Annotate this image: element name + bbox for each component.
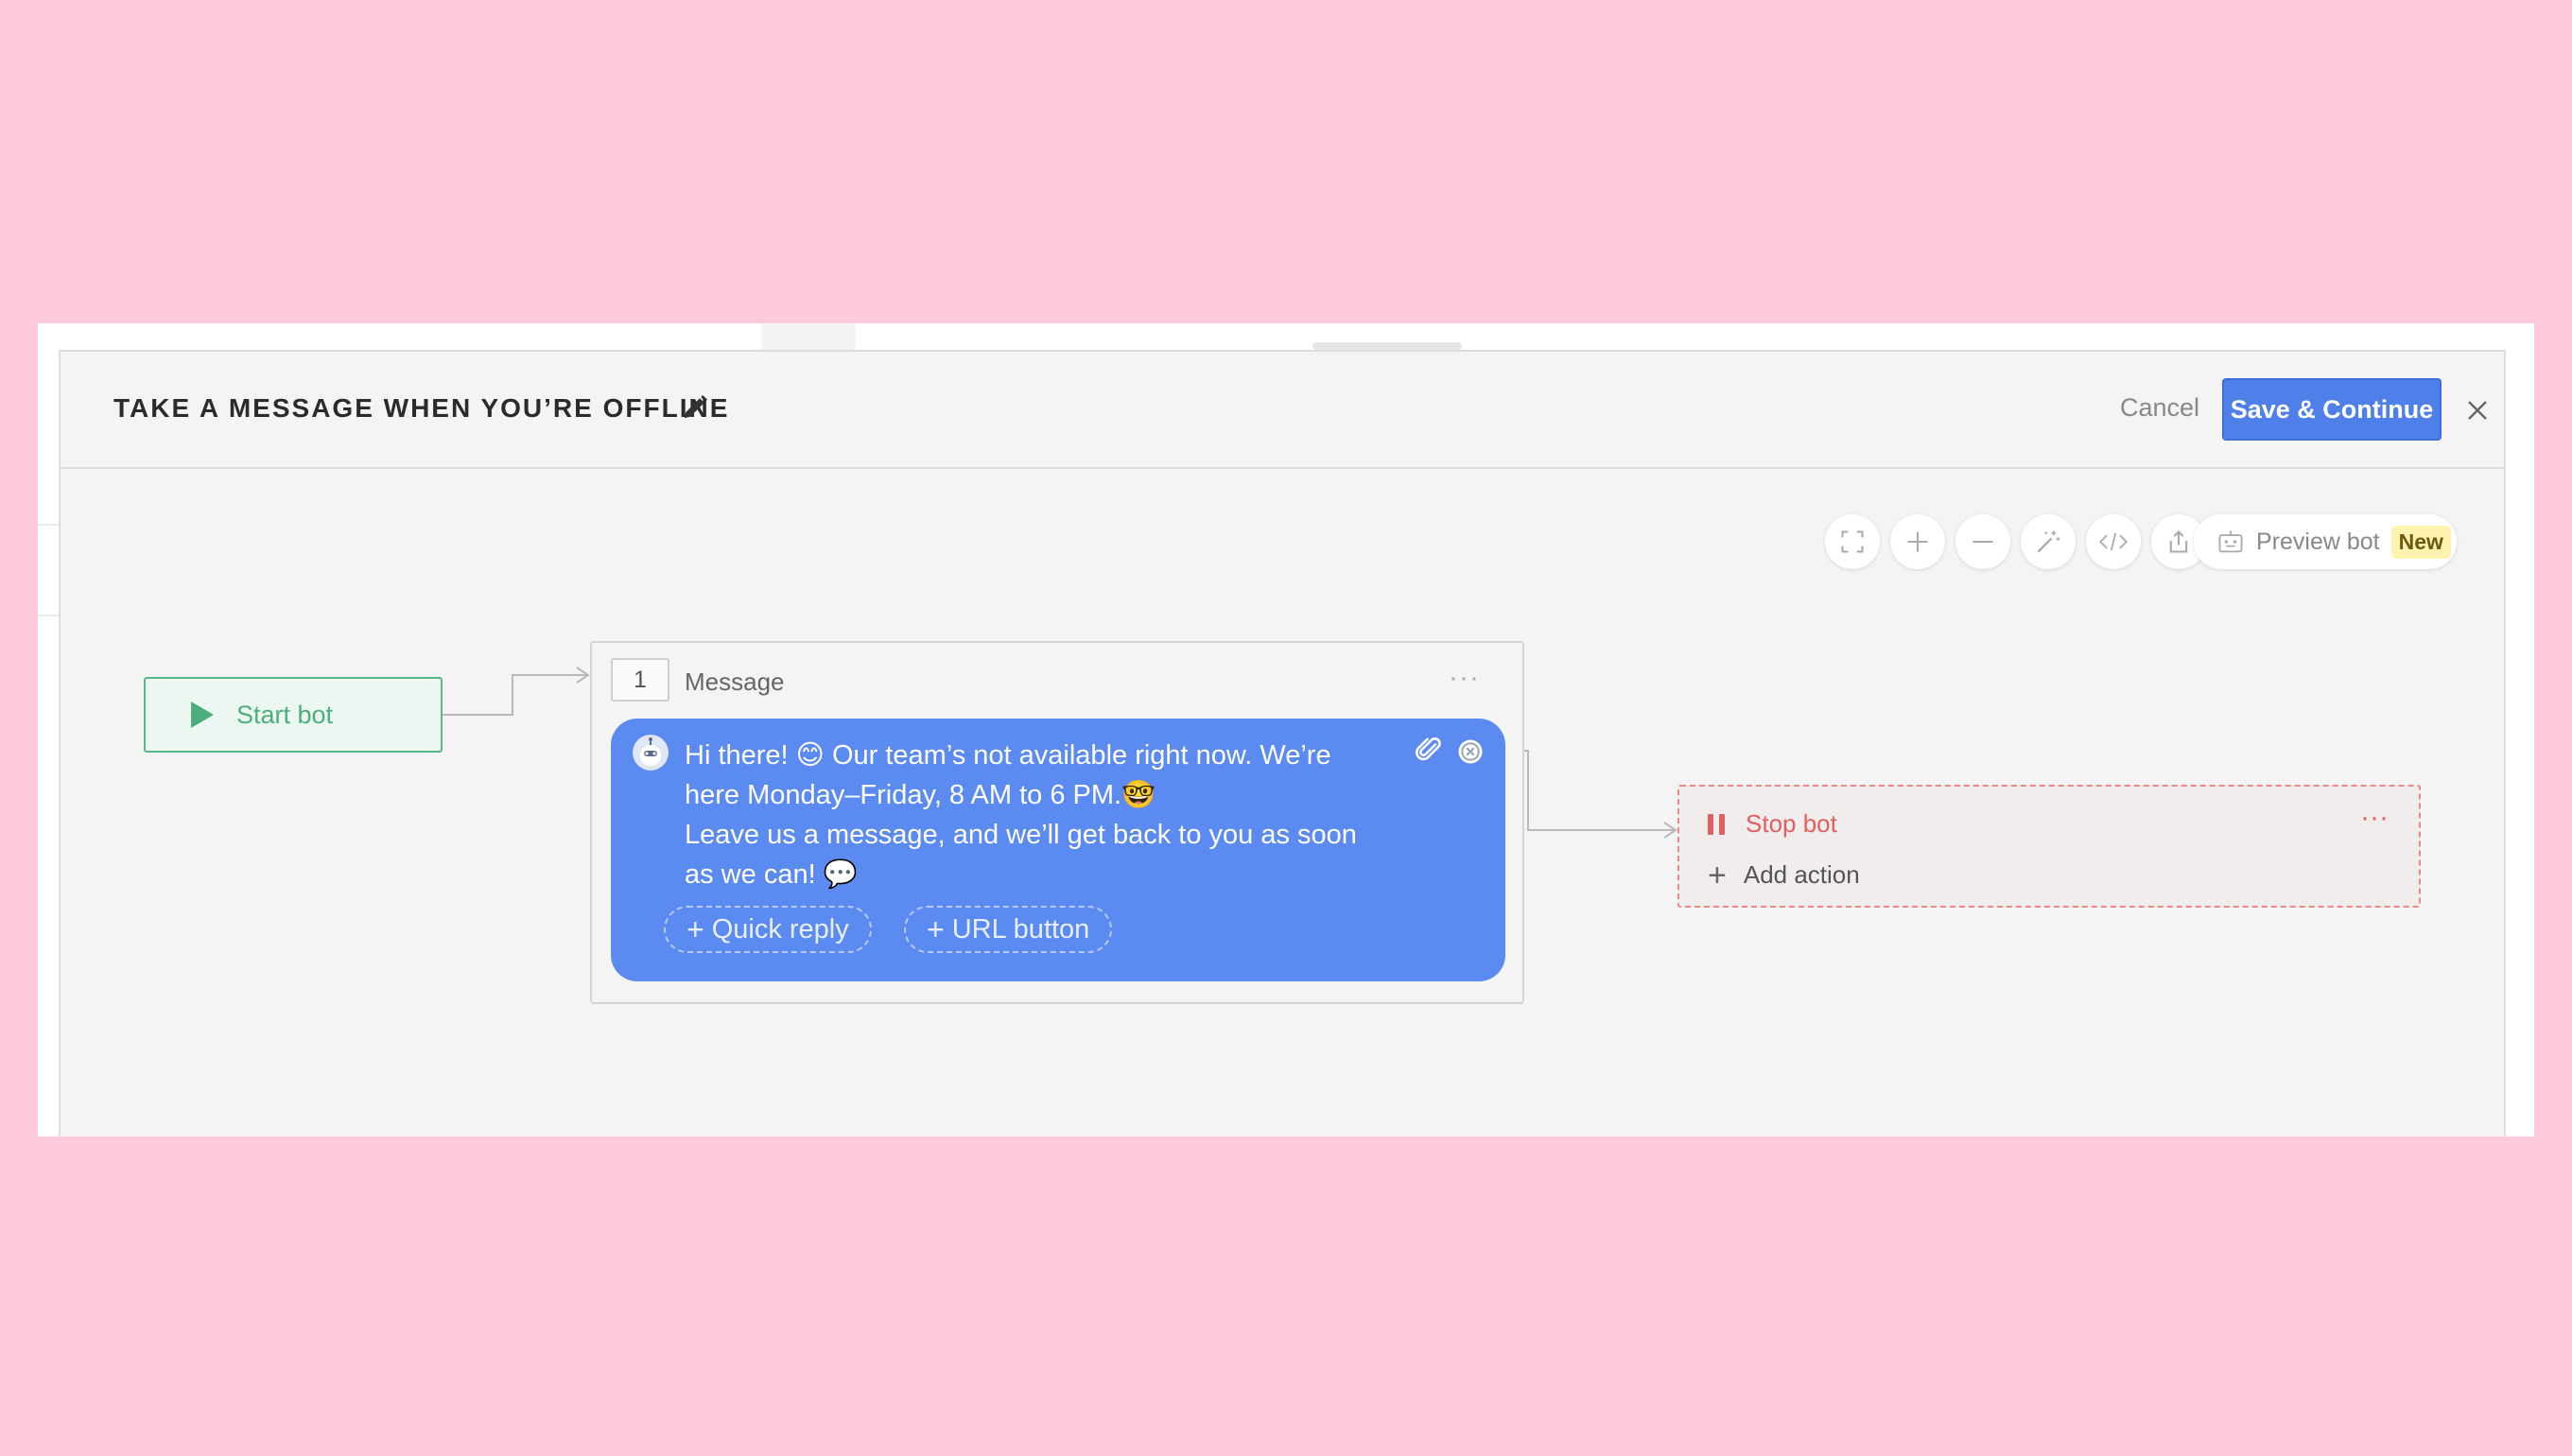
plus-icon: + [686, 911, 704, 946]
stop-menu-button[interactable]: ··· [2360, 802, 2389, 834]
bot-avatar-icon [633, 735, 669, 771]
fullscreen-button[interactable] [1825, 514, 1880, 569]
bot-editor-modal: TAKE A MESSAGE WHEN YOU’RE OFFLINE Cance… [59, 350, 2506, 1136]
plus-icon: + [1708, 857, 1727, 893]
preview-bot-label: Preview bot [2256, 528, 2380, 555]
pause-icon [1719, 813, 1725, 835]
stop-bot-node[interactable]: Stop bot ··· + Add action [1677, 785, 2421, 908]
stop-bot-row[interactable]: Stop bot [1708, 809, 1837, 839]
save-continue-button[interactable]: Save & Continue [2222, 378, 2442, 441]
plus-icon: + [927, 911, 945, 946]
app-screen: TAKE A MESSAGE WHEN YOU’RE OFFLINE Cance… [38, 323, 2534, 1136]
remove-connection-icon[interactable] [1456, 737, 1485, 766]
start-bot-node[interactable]: Start bot [144, 677, 443, 753]
start-bot-label: Start bot [236, 700, 334, 729]
plus-icon [1907, 531, 1928, 552]
step-title: Message [685, 667, 785, 696]
add-action-label: Add action [1743, 860, 1860, 889]
robot-icon [2218, 530, 2243, 553]
code-icon [2098, 532, 2129, 551]
preview-bot-button[interactable]: Preview bot New [2194, 514, 2457, 569]
step-number: 1 [611, 658, 669, 702]
share-icon [2169, 530, 2188, 553]
modal-header: TAKE A MESSAGE WHEN YOU’RE OFFLINE Cance… [61, 352, 2504, 469]
zoom-in-button[interactable] [1890, 514, 1945, 569]
close-icon[interactable] [2466, 399, 2489, 422]
background-divider [38, 524, 59, 526]
expand-icon [1841, 530, 1864, 553]
zoom-out-button[interactable] [1955, 514, 2010, 569]
new-badge: New [2390, 525, 2451, 559]
play-icon [191, 702, 214, 728]
message-text[interactable]: Hi there! 😊 Our team’s not available rig… [685, 736, 1365, 894]
pencil-icon[interactable] [681, 393, 709, 422]
add-quick-reply-button[interactable]: + Quick reply [664, 906, 872, 953]
message-step-card[interactable]: 1 Message ··· Hi there! 😊 Our team’s not… [590, 641, 1524, 1004]
step-menu-button[interactable]: ··· [1449, 662, 1480, 694]
bot-title: TAKE A MESSAGE WHEN YOU’RE OFFLINE [113, 393, 730, 423]
add-action-button[interactable]: + Add action [1708, 857, 1860, 893]
pause-icon [1708, 813, 1713, 835]
magic-wand-icon [2037, 530, 2060, 553]
auto-arrange-button[interactable] [2021, 514, 2076, 569]
minus-icon [1972, 540, 1993, 544]
quick-reply-label: Quick reply [711, 913, 849, 945]
cancel-button[interactable]: Cancel [2120, 393, 2199, 423]
background-tab [761, 323, 856, 352]
background-handle [1312, 342, 1462, 350]
add-url-button[interactable]: + URL button [904, 906, 1113, 953]
background-divider [38, 615, 59, 616]
embed-code-button[interactable] [2086, 514, 2141, 569]
message-bubble[interactable]: Hi there! 😊 Our team’s not available rig… [611, 719, 1505, 981]
url-button-label: URL button [951, 913, 1090, 945]
paperclip-icon[interactable] [1413, 734, 1445, 766]
stop-bot-label: Stop bot [1746, 809, 1837, 838]
